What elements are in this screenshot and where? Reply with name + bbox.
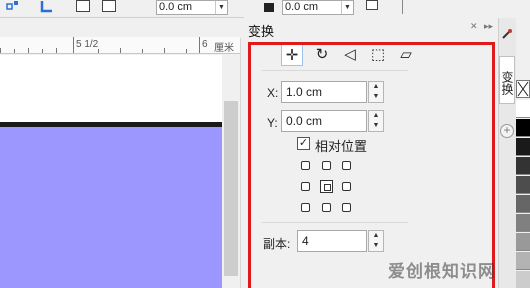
offset-field-2-value: 0.0 cm: [285, 1, 319, 13]
selected-rectangle-shape[interactable]: [0, 127, 222, 288]
layout-icon[interactable]: [40, 0, 54, 14]
ruler-tick: [56, 48, 57, 53]
ruler-tick: [120, 48, 121, 53]
property-bar: 0.0 cm ▼: [0, 0, 244, 18]
dropdown-arrow-icon[interactable]: ▼: [215, 1, 227, 14]
ruler-tick: [42, 49, 43, 53]
ruler-tick: [73, 37, 74, 53]
ruler-tick: [199, 37, 200, 53]
ruler-tick: [14, 49, 15, 53]
lock-icon[interactable]: [262, 0, 276, 14]
transform-docker-titlebar: 变换 ▸▸ ✕: [240, 18, 498, 39]
panel-menu-icon[interactable]: ✕: [470, 21, 478, 32]
dropdown-arrow-icon-2[interactable]: ▼: [341, 1, 353, 14]
color-swatch[interactable]: [516, 157, 530, 175]
collapse-panel-icon[interactable]: ▸▸: [484, 21, 493, 32]
watermark-text: 爱创根知识网: [388, 262, 496, 281]
color-swatch[interactable]: [516, 119, 530, 137]
eyedropper-icon[interactable]: [501, 28, 513, 40]
frame-icon[interactable]: [76, 0, 90, 12]
ruler-tick: [0, 48, 1, 53]
color-swatch[interactable]: [516, 233, 530, 251]
color-swatch[interactable]: [516, 214, 530, 232]
vertical-scrollbar[interactable]: [222, 55, 240, 288]
offset-field-2[interactable]: 0.0 cm ▼: [282, 0, 354, 15]
ruler-unit-label: 厘米: [214, 43, 234, 54]
ruler-label-5-half: 5 1/2: [76, 39, 99, 50]
scrollbar-thumb[interactable]: [224, 101, 238, 276]
color-swatch[interactable]: [516, 252, 530, 270]
app-window: 0.0 cm ▼ 0.0 cm ▼ 5 1/2 6 厘米 变换 ▸▸ ✕ ✛ ↻…: [0, 0, 530, 288]
option-box-icon[interactable]: [366, 0, 378, 10]
ruler-tick: [142, 49, 143, 53]
toolbar-divider: [402, 0, 403, 14]
ruler-label-6: 6: [202, 39, 208, 50]
no-color-swatch[interactable]: [516, 80, 530, 98]
side-tab-transform[interactable]: 变换: [499, 56, 515, 104]
color-swatch[interactable]: [516, 176, 530, 194]
highlight-frame: [248, 42, 495, 288]
ruler-tick: [28, 48, 29, 53]
ruler-tick: [164, 48, 165, 53]
add-docker-icon[interactable]: +: [500, 124, 514, 138]
align-icon[interactable]: [6, 0, 20, 14]
frame-icon-2[interactable]: [102, 0, 116, 12]
color-palette: [516, 18, 530, 288]
color-swatch[interactable]: [516, 138, 530, 156]
color-swatch[interactable]: [516, 100, 530, 118]
horizontal-ruler[interactable]: 5 1/2 6 厘米: [0, 37, 240, 54]
offset-field-1-value: 0.0 cm: [159, 1, 193, 13]
ruler-tick: [98, 49, 99, 53]
ruler-tick: [186, 49, 187, 53]
color-swatch[interactable]: [516, 195, 530, 213]
color-swatch[interactable]: [516, 271, 530, 288]
offset-field-1[interactable]: 0.0 cm ▼: [156, 0, 228, 15]
